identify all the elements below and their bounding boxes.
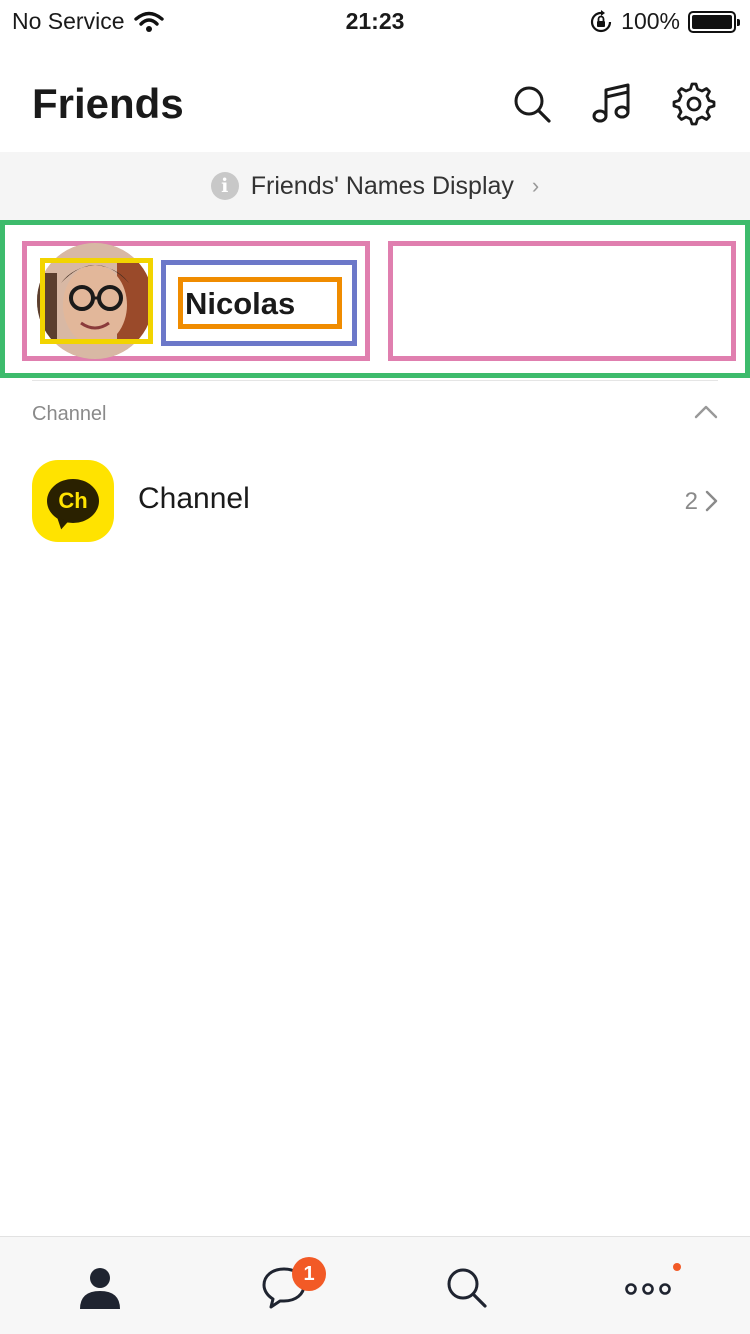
channel-logo-icon: Ch: [32, 460, 114, 542]
profile-name-box: Nicolas: [161, 260, 357, 346]
my-profile-card[interactable]: Nicolas: [22, 241, 370, 361]
status-right: 100%: [589, 8, 740, 35]
battery-icon: [688, 10, 740, 33]
orientation-lock-icon: [591, 9, 612, 32]
battery-percent: 100%: [621, 8, 680, 34]
tab-bar: 1: [0, 1236, 750, 1334]
avatar-highlight: [40, 258, 153, 344]
chevron-up-icon[interactable]: [692, 398, 720, 426]
section-label-channel: Channel: [32, 403, 107, 425]
channel-logo-text: Ch: [47, 479, 99, 523]
channel-name: Channel: [138, 482, 250, 515]
profile-row: Nicolas: [0, 220, 750, 378]
divider: [32, 380, 718, 381]
names-display-banner[interactable]: i Friends' Names Display ›: [0, 152, 750, 220]
chevron-right-icon: [705, 490, 718, 512]
profile-empty-slot: [388, 241, 736, 361]
info-icon: i: [210, 172, 239, 200]
banner-text: Friends' Names Display: [250, 171, 514, 200]
chats-badge: 1: [292, 1257, 326, 1291]
music-icon[interactable]: [590, 82, 634, 126]
settings-icon[interactable]: [672, 82, 716, 126]
search-tab-icon[interactable]: [442, 1263, 490, 1311]
friends-tab-icon[interactable]: [76, 1263, 124, 1311]
profile-name-highlight: Nicolas: [178, 277, 342, 329]
search-icon[interactable]: [510, 82, 554, 126]
status-bar: No Service 21:23 100%: [0, 0, 750, 40]
channel-count: 2: [684, 488, 698, 515]
page-title: Friends: [32, 80, 184, 127]
profile-name: Nicolas: [185, 286, 296, 321]
more-notification-dot: [673, 1263, 681, 1271]
header: Friends: [0, 60, 750, 150]
more-tab-icon[interactable]: [624, 1263, 672, 1311]
battery-fill: [692, 14, 732, 29]
chevron-right-icon: ›: [531, 173, 540, 198]
channel-list-item[interactable]: Ch Channel 2: [0, 458, 750, 548]
